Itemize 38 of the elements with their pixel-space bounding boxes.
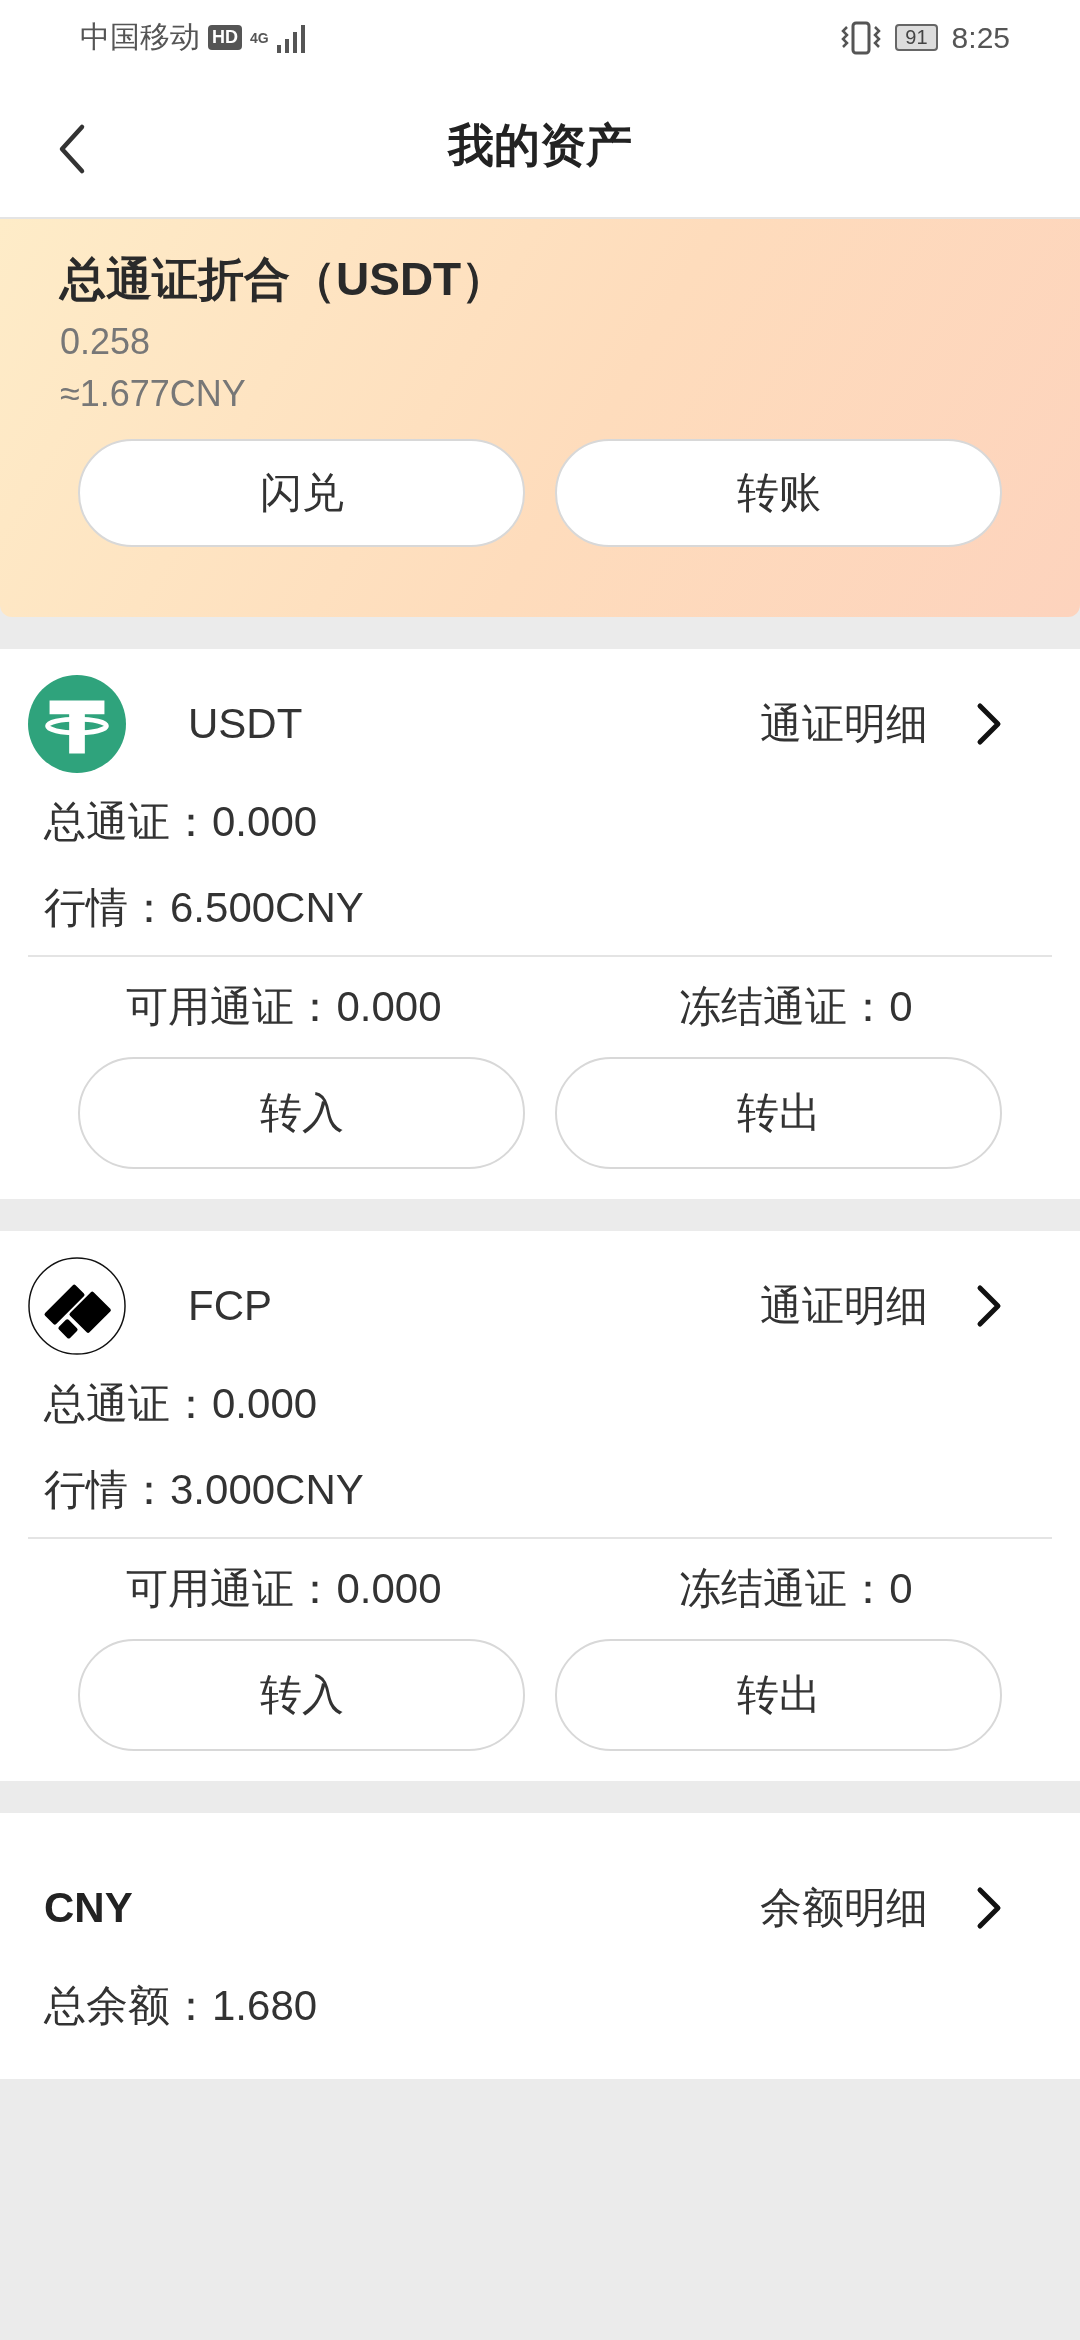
chevron-right-icon <box>976 1886 1002 1930</box>
signal-icon <box>276 22 307 53</box>
total-tokens: 总通证：0.000 <box>44 1379 319 1429</box>
transfer-button[interactable]: 转出 <box>555 1057 1002 1169</box>
available-tokens: 可用通证：0.000 <box>125 1564 443 1614</box>
carrier-name: 中国移动 <box>80 19 200 55</box>
token-name: FCP <box>188 1282 273 1330</box>
currency-name: CNY <box>44 1884 134 1932</box>
frozen-tokens: 冻结通证：0 <box>678 1564 914 1614</box>
page-title: 我的资产 <box>448 118 632 173</box>
frozen-tokens: 冻结通证：0 <box>678 982 914 1032</box>
token-name: USDT <box>188 700 304 748</box>
action-button[interactable]: 闪兑 <box>78 439 525 547</box>
details-link[interactable]: 通证明细 <box>760 1278 928 1334</box>
back-icon[interactable] <box>58 123 86 175</box>
clock-time: 8:25 <box>951 20 1010 55</box>
network-type: 4G <box>250 30 269 45</box>
chevron-right-icon <box>976 702 1002 746</box>
transfer-button[interactable]: 转入 <box>78 1057 525 1169</box>
summary-title: 总通证折合（USDT） <box>60 252 509 307</box>
coin-logo-icon <box>28 675 126 773</box>
available-tokens: 可用通证：0.000 <box>125 982 443 1032</box>
cny-equivalent: ≈1.677CNY <box>60 373 247 415</box>
market-price: 行情：6.500CNY <box>44 883 365 933</box>
chevron-right-icon <box>976 1284 1002 1328</box>
market-price: 行情：3.000CNY <box>44 1465 365 1515</box>
details-link[interactable]: 通证明细 <box>760 696 928 752</box>
hd-badge: HD <box>208 25 242 50</box>
details-link[interactable]: 余额明细 <box>760 1880 928 1936</box>
transfer-button[interactable]: 转入 <box>78 1639 525 1751</box>
total-balance: 总余额：1.680 <box>44 1981 319 2031</box>
vibrate-icon <box>841 20 882 55</box>
transfer-button[interactable]: 转出 <box>555 1639 1002 1751</box>
battery-level: 91 <box>895 24 938 51</box>
total-amount: 0.258 <box>60 321 152 363</box>
total-tokens: 总通证：0.000 <box>44 797 319 847</box>
coin-logo-icon <box>28 1257 126 1355</box>
action-button[interactable]: 转账 <box>555 439 1002 547</box>
